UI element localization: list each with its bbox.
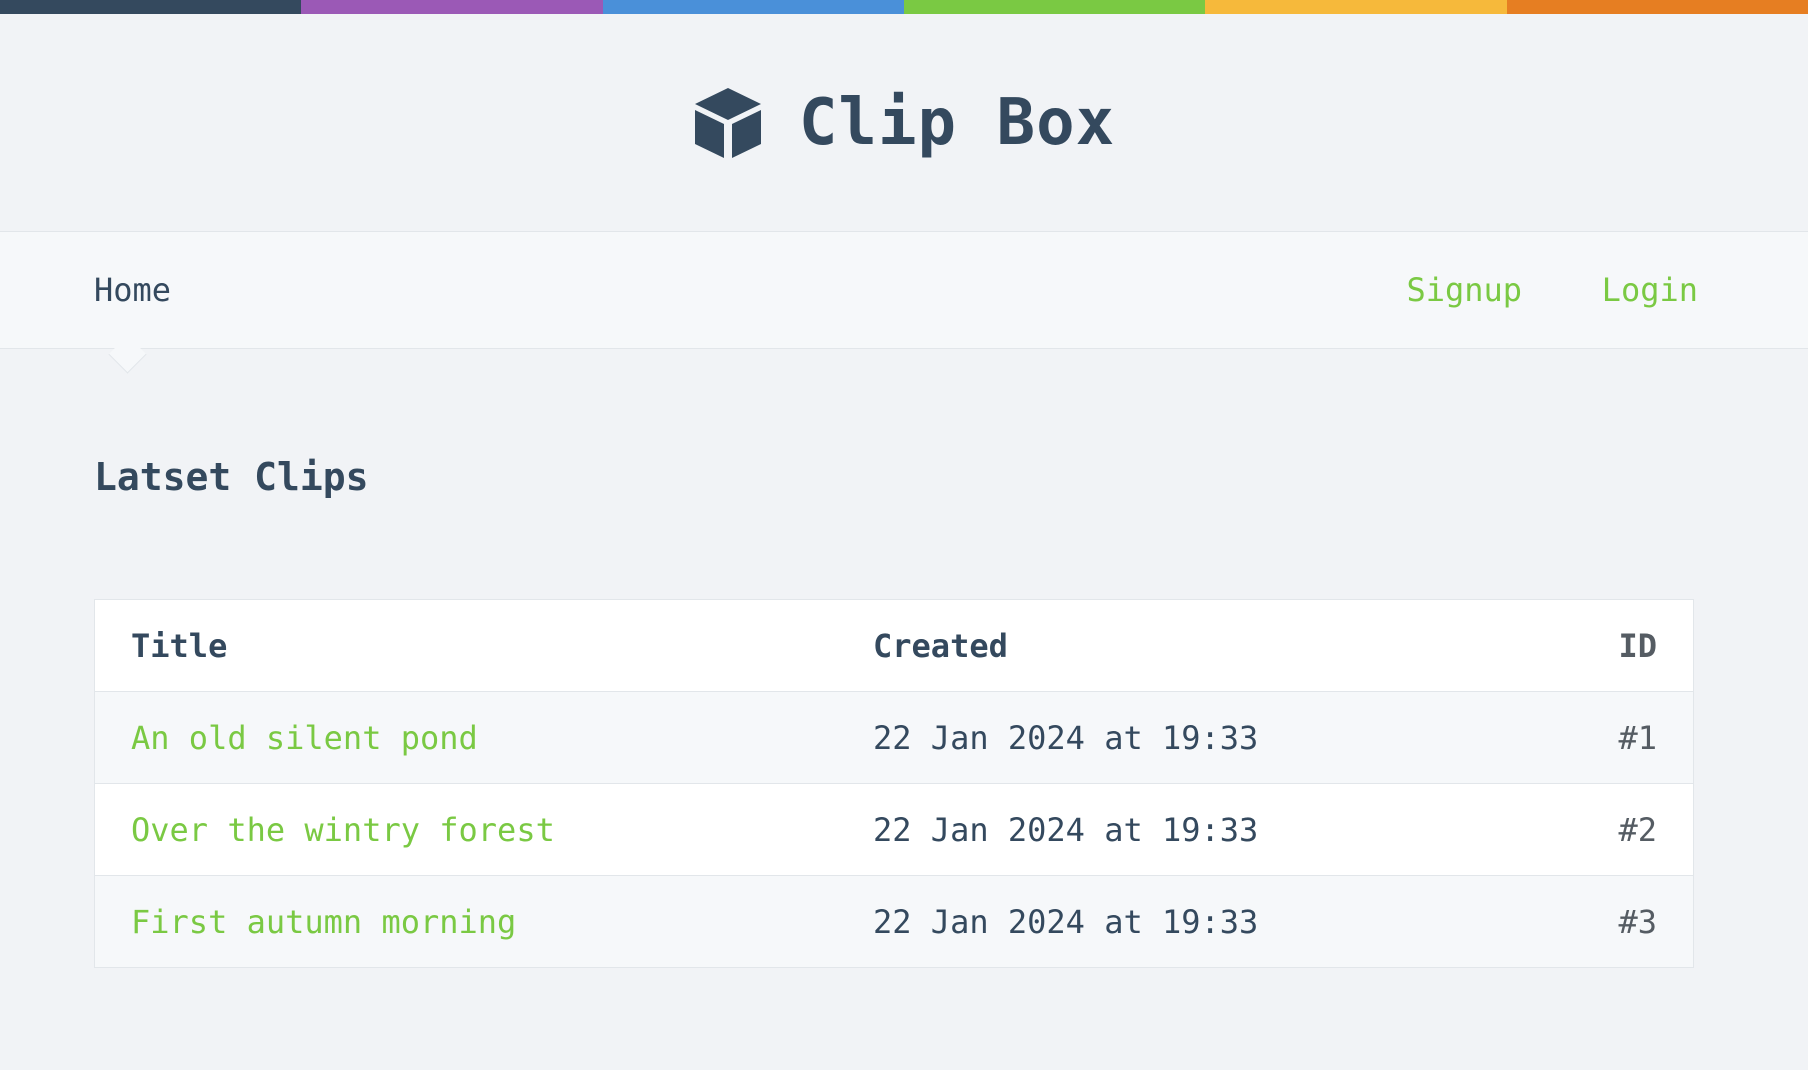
- table-row: An old silent pond 22 Jan 2024 at 19:33 …: [94, 691, 1694, 784]
- clip-title-link[interactable]: First autumn morning: [131, 903, 516, 941]
- nav-signup-link[interactable]: Signup: [1406, 271, 1522, 309]
- clip-title-cell: Over the wintry forest: [94, 783, 837, 876]
- site-title[interactable]: Clip Box: [799, 86, 1115, 160]
- clip-title-link[interactable]: An old silent pond: [131, 719, 478, 757]
- clip-created-cell: 22 Jan 2024 at 19:33: [837, 691, 1527, 784]
- stripe-segment-5: [1205, 0, 1507, 14]
- clip-created-cell: 22 Jan 2024 at 19:33: [837, 875, 1527, 968]
- clip-title-cell: First autumn morning: [94, 875, 837, 968]
- main-content: Latset Clips Title Created ID An old sil…: [0, 455, 1808, 968]
- clip-created-cell: 22 Jan 2024 at 19:33: [837, 783, 1527, 876]
- stripe-segment-6: [1506, 0, 1808, 14]
- clips-table: Title Created ID An old silent pond 22 J…: [94, 599, 1694, 968]
- clip-title-link[interactable]: Over the wintry forest: [131, 811, 555, 849]
- stripe-segment-4: [903, 0, 1206, 14]
- site-header: Clip Box: [0, 14, 1808, 231]
- column-header-created: Created: [837, 599, 1527, 692]
- clip-id-cell: #2: [1526, 783, 1694, 876]
- active-nav-indicator: [108, 335, 147, 374]
- nav-login-link[interactable]: Login: [1602, 271, 1698, 309]
- column-header-title: Title: [94, 599, 837, 692]
- table-row: First autumn morning 22 Jan 2024 at 19:3…: [94, 875, 1694, 968]
- table-header-row: Title Created ID: [94, 599, 1694, 692]
- clip-id-cell: #1: [1526, 691, 1694, 784]
- nav-left: Home: [94, 271, 171, 309]
- cube-icon[interactable]: [693, 86, 763, 160]
- stripe-segment-2: [301, 0, 603, 14]
- column-header-id: ID: [1526, 599, 1694, 692]
- clip-title-cell: An old silent pond: [94, 691, 837, 784]
- clip-id-cell: #3: [1526, 875, 1694, 968]
- stripe-segment-3: [602, 0, 904, 14]
- nav-right: Signup Login: [1336, 271, 1698, 309]
- nav-home-link[interactable]: Home: [94, 271, 171, 309]
- table-row: Over the wintry forest 22 Jan 2024 at 19…: [94, 783, 1694, 876]
- stripe-segment-1: [0, 0, 302, 14]
- color-stripe: [0, 0, 1808, 14]
- top-navigation: Home Signup Login: [0, 231, 1808, 374]
- section-heading: Latset Clips: [94, 455, 369, 499]
